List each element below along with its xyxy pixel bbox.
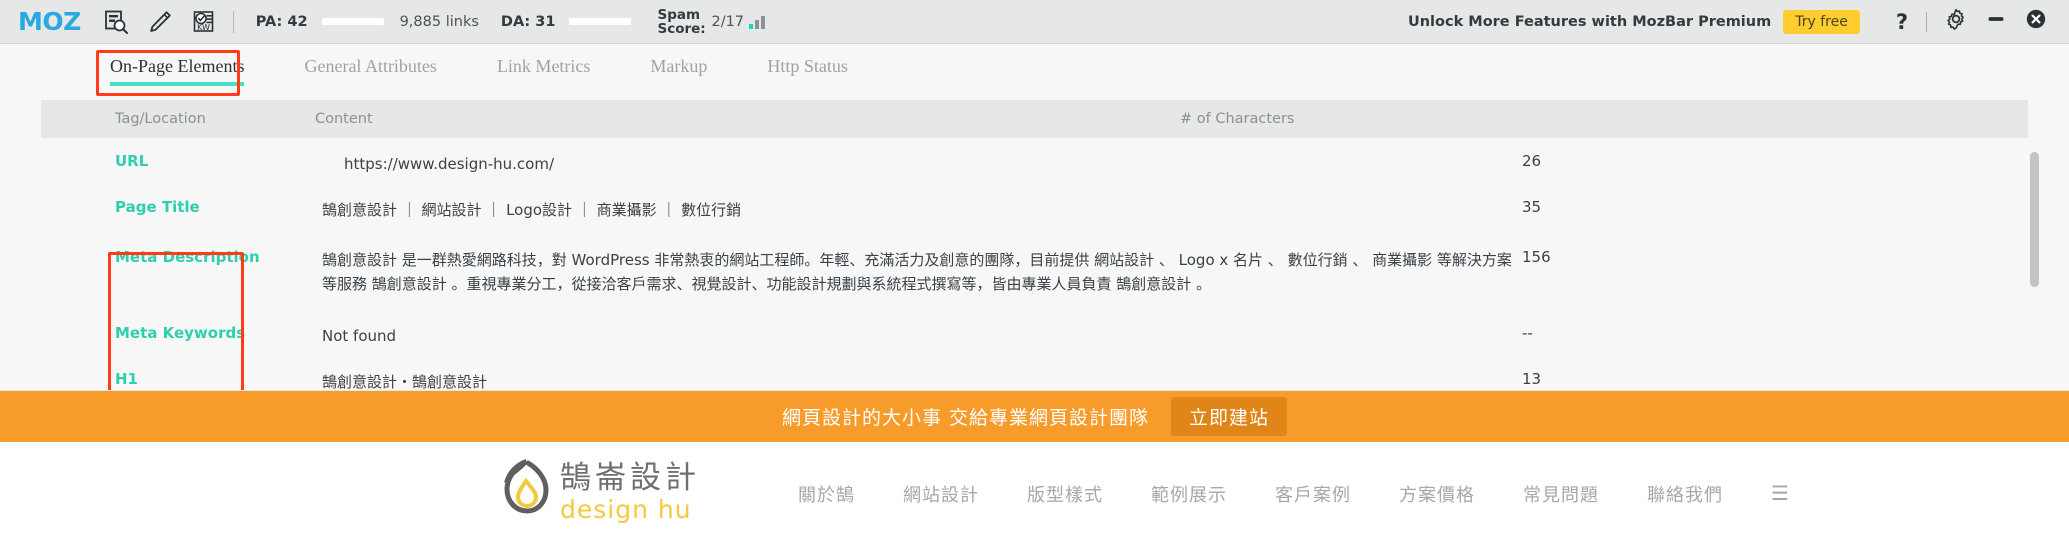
row-content: 鵠創意設計 ｜ 網站設計 ｜ Logo設計 ｜ 商業攝影 ｜ 數位行銷 [322,201,742,219]
row-char-count: 156 [1522,248,1551,266]
table-row[interactable]: Meta Keywords Not found -- [0,296,2069,348]
table-row[interactable]: Page Title 鵠創意設計 ｜ 網站設計 ｜ Logo設計 ｜ 商業攝影 … [0,176,2069,222]
row-tag-label: Meta Keywords [115,324,246,342]
da-bar [569,18,632,25]
nav-item-faq[interactable]: 常見問題 [1523,481,1599,507]
row-content: Not found [322,327,397,345]
table-row[interactable]: Meta Description 鵠創意設計 是一群熱愛網路科技，對 WordP… [0,222,2069,296]
highlighter-icon[interactable] [147,9,173,35]
nav-item-about[interactable]: 關於鵠 [798,481,855,507]
row-tag-label: URL [115,152,149,170]
gear-icon[interactable] [1945,8,1967,35]
hamburger-menu-icon[interactable]: ☰ [1771,481,1789,506]
mozbar-right-controls: Unlock More Features with MozBar Premium… [1408,8,2069,35]
pa-label: PA: 42 [255,13,308,30]
row-tag-label: H1 [115,370,138,388]
row-char-count: 13 [1522,370,1542,388]
premium-upsell-text: Unlock More Features with MozBar Premium [1407,13,1772,30]
tab-link-metrics[interactable]: Link Metrics [497,44,590,86]
row-content: https://www.design-hu.com/ [344,155,555,173]
table-scrollbar-thumb[interactable] [2030,152,2039,287]
column-header-tag-location: Tag/Location [115,111,206,127]
table-row[interactable]: URL https://www.design-hu.com/ 26 [0,138,2069,176]
pa-bar [321,18,384,25]
table-header-row: Tag/Location Content # of Characters [41,100,2028,138]
table-row[interactable]: H1 鵠創意設計・鵠創意設計 13 [0,348,2069,390]
site-logo-english: design hu [560,495,692,525]
links-count: 9,885 links [399,13,479,30]
promo-banner-text: 網頁設計的大小事 交給專業網頁設計團隊 [781,407,1150,429]
site-logo[interactable]: 鵠崙設計 design hu [492,455,700,532]
promo-banner: 網頁設計的大小事 交給專業網頁設計團隊 立即建站 [0,390,2069,442]
nav-item-web-design[interactable]: 網站設計 [903,481,979,507]
moz-logo[interactable]: MOZ [18,7,81,36]
row-content: 鵠創意設計・鵠創意設計 [322,373,488,390]
row-tag-label: Meta Description [115,248,260,266]
mozbar-toolbar: MOZ KW PA: 42 9,885 links DA: 31 Spam Sc… [0,0,2069,44]
svg-text:KW: KW [197,23,210,32]
site-header: 鵠崙設計 design hu 關於鵠 網站設計 版型樣式 範例展示 客戶案例 方… [0,442,2069,545]
tab-http-status[interactable]: Http Status [767,44,848,86]
site-logo-chinese: 鵠崙設計 [560,460,700,497]
row-char-count: -- [1522,324,1533,342]
nav-item-case-studies[interactable]: 客戶案例 [1275,481,1351,507]
column-header-content: Content [315,111,373,127]
row-content: 鵠創意設計 是一群熱愛網路科技，對 WordPress 非常熱衷的網站工程師。年… [322,251,1512,293]
row-tag-label: Page Title [115,198,200,216]
design-hu-logo-icon [492,455,554,532]
spam-score-group: Spam Score: 2/17 [657,8,766,37]
row-char-count: 35 [1522,198,1542,216]
nav-item-templates[interactable]: 版型樣式 [1027,481,1103,507]
spam-label-line2: Score: [657,20,706,37]
help-icon[interactable]: ? [1896,10,1908,34]
site-navigation: 關於鵠 網站設計 版型樣式 範例展示 客戶案例 方案價格 常見問題 聯絡我們 ☰ [798,481,1789,507]
mozbar-tool-icons: KW [103,9,217,35]
site-logo-text: 鵠崙設計 design hu [560,463,700,524]
tab-on-page-elements[interactable]: On-Page Elements [110,44,245,86]
spam-score-bars-icon [749,15,766,29]
tab-markup[interactable]: Markup [650,44,707,86]
page-analysis-icon[interactable] [103,9,129,35]
tab-bar: On-Page Elements General Attributes Link… [0,44,2069,100]
try-free-button[interactable]: Try free [1783,9,1860,34]
spam-score-value: 2/17 [711,13,745,30]
nav-item-contact[interactable]: 聯絡我們 [1647,481,1723,507]
nav-item-examples[interactable]: 範例展示 [1151,481,1227,507]
minimize-icon[interactable] [1985,8,2007,35]
tab-general-attributes[interactable]: General Attributes [304,44,436,86]
spam-score-label: Spam Score: [657,8,706,37]
da-label: DA: 31 [500,13,556,30]
promo-banner-button[interactable]: 立即建站 [1171,397,1288,436]
nav-item-pricing[interactable]: 方案價格 [1399,481,1475,507]
close-icon[interactable] [2025,8,2047,35]
keyword-icon[interactable]: KW [191,9,217,35]
table-scrollbar[interactable] [2030,138,2039,390]
column-header-characters: # of Characters [1180,111,1295,127]
right-divider [1926,11,1927,32]
toolbar-divider [232,10,234,33]
table-body: URL https://www.design-hu.com/ 26 Page T… [0,138,2069,390]
row-char-count: 26 [1522,152,1542,170]
on-page-elements-table: Tag/Location Content # of Characters URL… [0,100,2069,390]
metrics-group: PA: 42 9,885 links DA: 31 Spam Score: 2/… [255,8,766,37]
